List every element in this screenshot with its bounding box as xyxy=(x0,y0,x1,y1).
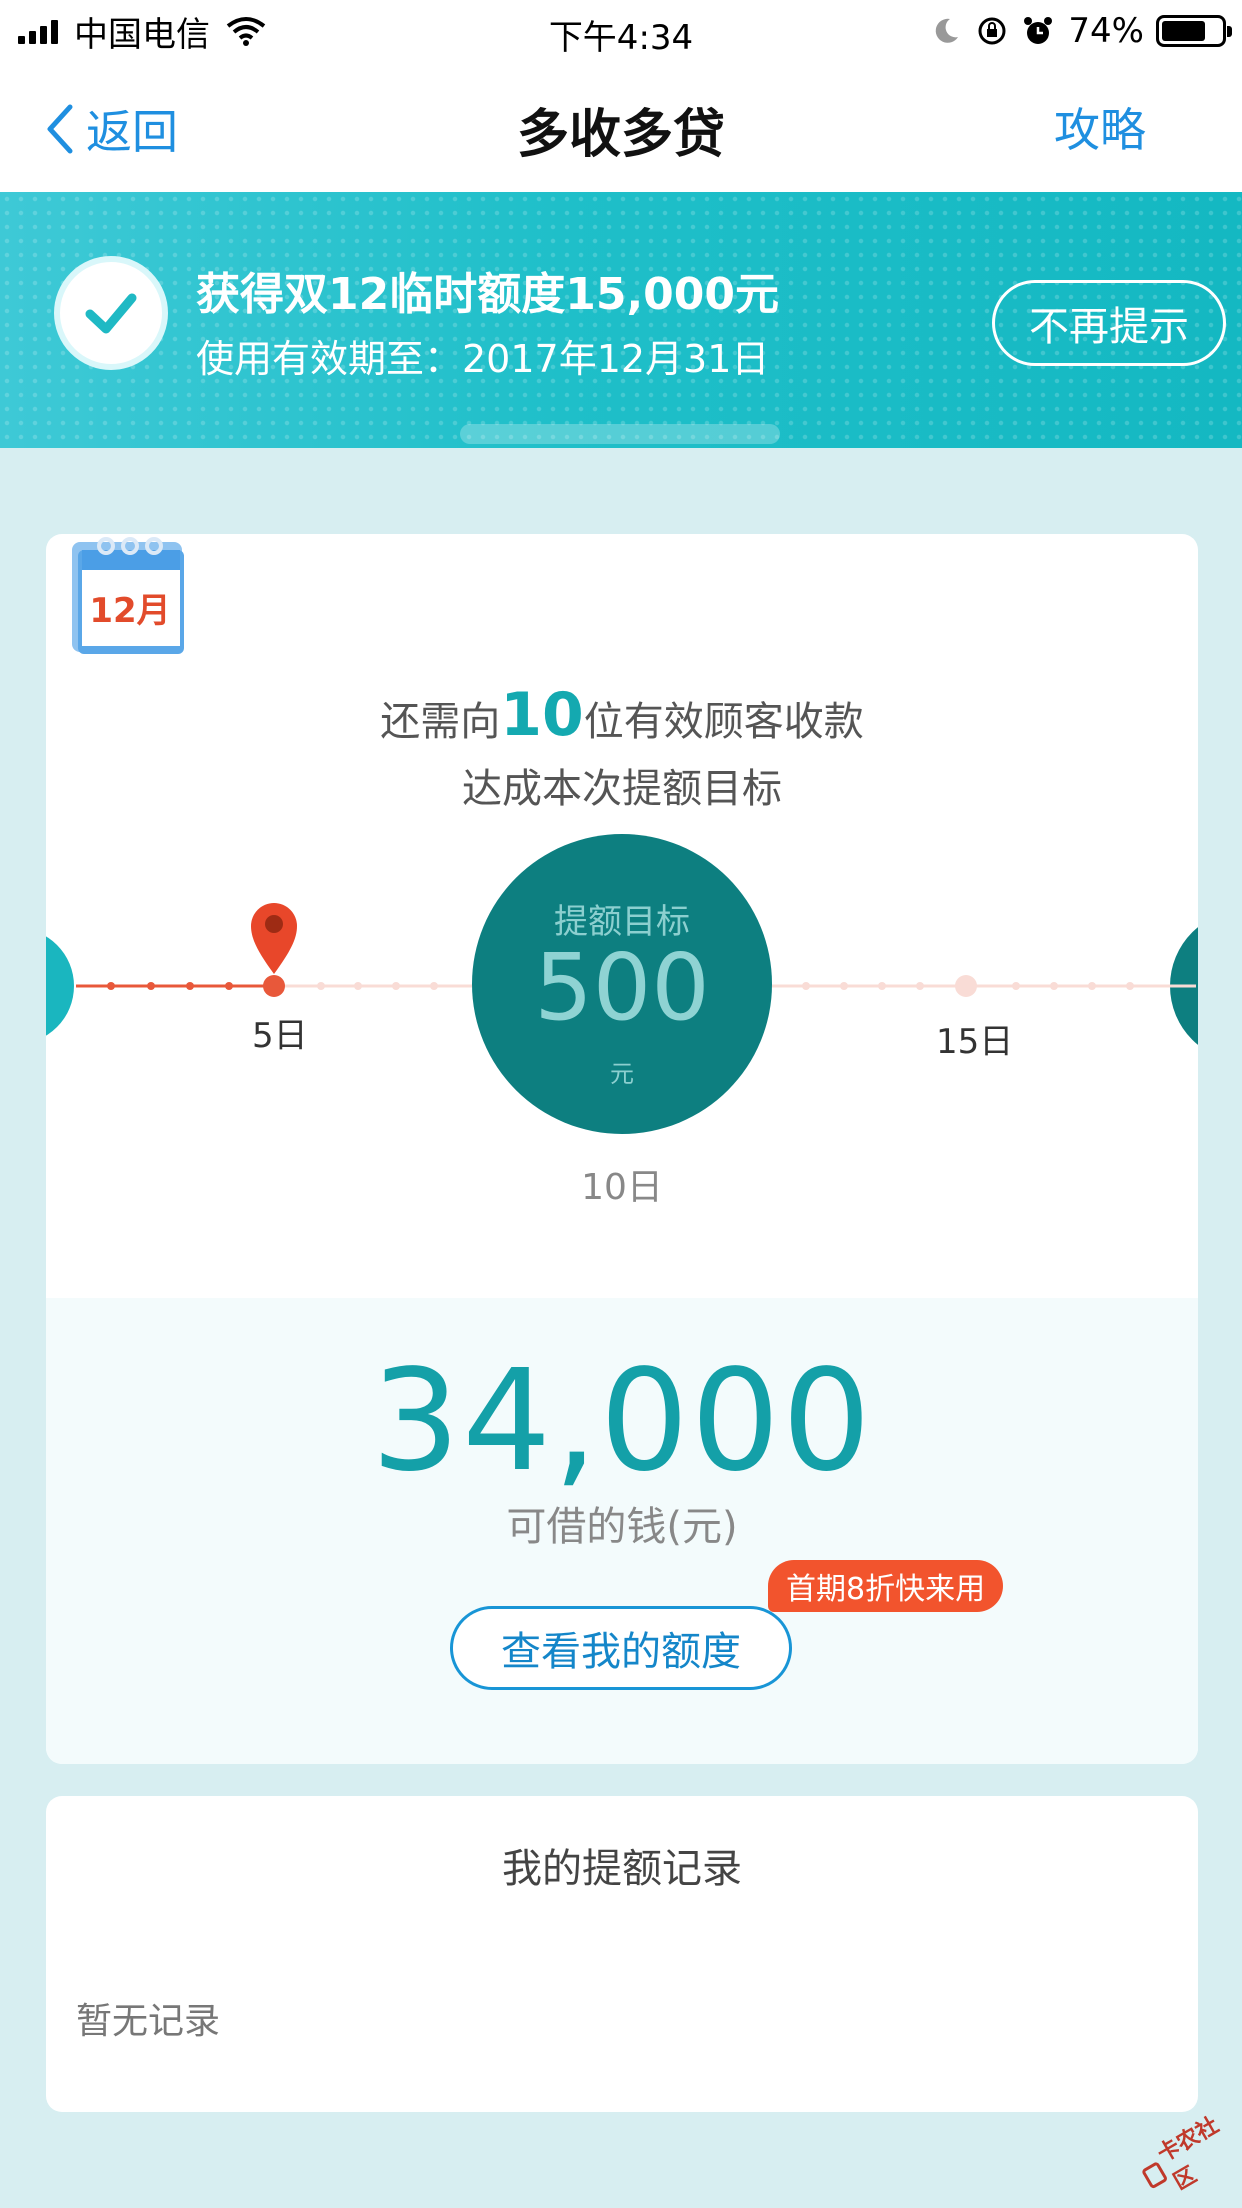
milestone-5-label: 5日 xyxy=(252,1016,308,1056)
battery-icon xyxy=(1156,15,1232,47)
milestone-10-label: 10日 xyxy=(581,1167,663,1208)
view-quota-button[interactable]: 查看我的额度 xyxy=(450,1606,792,1690)
promo-badge: 首期8折快来用 xyxy=(768,1560,1004,1612)
milestone-15-label: 15日 xyxy=(936,1022,1014,1062)
status-right: 74% xyxy=(930,10,1232,52)
moon-icon xyxy=(936,18,959,43)
day-15-dot xyxy=(955,975,977,997)
current-day-dot xyxy=(263,975,285,997)
status-bar: 中国电信 下午4:34 74% xyxy=(0,0,1242,62)
goal-unit: 元 xyxy=(610,1060,634,1088)
goal-circle: 提额目标 500 元 xyxy=(472,834,772,1134)
goal-value: 500 xyxy=(534,934,710,1041)
guide-button[interactable]: 攻略 xyxy=(1054,94,1146,160)
battery-percent: 74% xyxy=(1068,11,1144,51)
quota-banner: 获得双12临时额度15,000元 使用有效期至：2017年12月31日 不再提示 xyxy=(0,192,1242,448)
records-card: 我的提额记录 暂无记录 xyxy=(46,1796,1198,2112)
prev-goal-circle xyxy=(46,936,74,1036)
progress-card: 12月 还需向10位有效顾客收款 达成本次提额目标 提额目标 500 元 5日 … xyxy=(46,534,1198,1764)
dismiss-button[interactable]: 不再提示 xyxy=(992,280,1226,366)
banner-title: 获得双12临时额度15,000元 xyxy=(196,269,780,320)
banner-subtitle: 使用有效期至：2017年12月31日 xyxy=(196,337,770,381)
nav-bar: 返回 多收多贷 攻略 xyxy=(0,62,1242,192)
borrow-amount: 34,000 xyxy=(371,1340,873,1503)
alarm-icon xyxy=(1024,17,1053,44)
records-title: 我的提额记录 xyxy=(502,1846,742,1892)
borrow-amount-label: 可借的钱(元) xyxy=(506,1504,738,1550)
check-icon xyxy=(54,256,168,370)
location-pin-icon xyxy=(251,903,297,974)
orientation-lock-icon xyxy=(978,17,1006,45)
watermark-logo: 卡农社区 xyxy=(1127,2099,1242,2208)
records-empty-text: 暂无记录 xyxy=(76,2001,221,2042)
